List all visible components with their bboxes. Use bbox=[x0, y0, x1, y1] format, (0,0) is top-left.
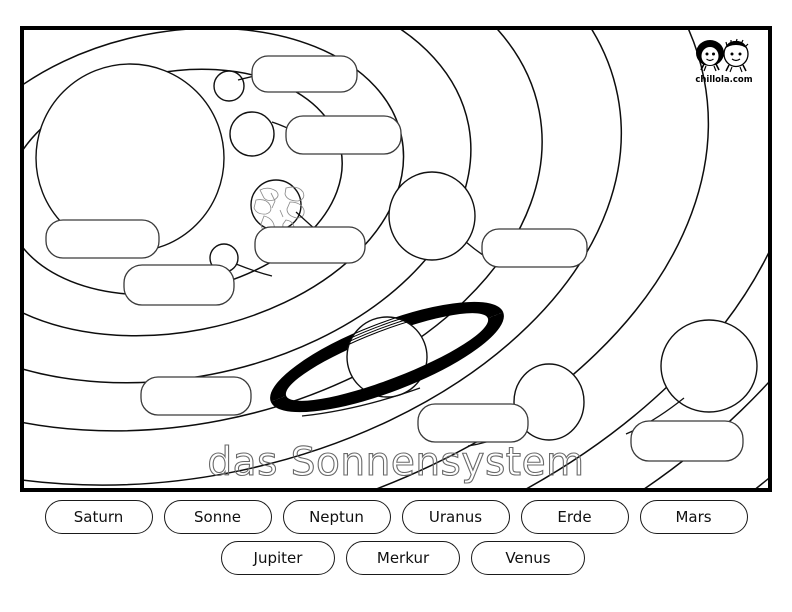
diagram-frame: .orb { fill:none; stroke:#0d0d0d; stroke… bbox=[20, 26, 772, 492]
label-box-2[interactable] bbox=[285, 115, 402, 155]
label-box-1[interactable] bbox=[251, 55, 358, 93]
label-box-4[interactable] bbox=[254, 226, 366, 264]
word-chip-label: Mars bbox=[675, 508, 712, 526]
word-chip-jupiter[interactable]: Jupiter bbox=[221, 541, 335, 575]
word-chip-label: Sonne bbox=[194, 508, 241, 526]
word-bank-row-1: Saturn Sonne Neptun Uranus Erde Mars bbox=[20, 500, 772, 534]
word-chip-label: Merkur bbox=[376, 549, 430, 567]
word-bank-row-2: Jupiter Merkur Venus bbox=[20, 541, 772, 575]
uranus bbox=[660, 319, 758, 413]
word-chip-erde[interactable]: Erde bbox=[520, 500, 629, 534]
mercury bbox=[213, 70, 245, 102]
solar-system-illustration: .orb { fill:none; stroke:#0d0d0d; stroke… bbox=[24, 30, 768, 488]
label-box-6[interactable] bbox=[481, 228, 588, 268]
word-chip-label: Saturn bbox=[73, 508, 124, 526]
word-chip-venus[interactable]: Venus bbox=[471, 541, 585, 575]
jupiter bbox=[388, 171, 476, 261]
word-chip-label: Venus bbox=[505, 549, 551, 567]
word-chip-label: Uranus bbox=[428, 508, 483, 526]
word-chip-neptun[interactable]: Neptun bbox=[282, 500, 391, 534]
label-box-8[interactable] bbox=[417, 403, 529, 443]
word-chip-saturn[interactable]: Saturn bbox=[44, 500, 153, 534]
venus bbox=[229, 111, 275, 157]
word-chip-label: Neptun bbox=[309, 508, 364, 526]
label-box-7[interactable] bbox=[140, 376, 252, 416]
label-box-5[interactable] bbox=[123, 264, 235, 306]
word-chip-merkur[interactable]: Merkur bbox=[346, 541, 460, 575]
label-box-3[interactable] bbox=[45, 219, 160, 259]
earth bbox=[250, 179, 305, 235]
solar-system-worksheet: .orb { fill:none; stroke:#0d0d0d; stroke… bbox=[0, 0, 792, 612]
word-chip-mars[interactable]: Mars bbox=[639, 500, 748, 534]
word-chip-uranus[interactable]: Uranus bbox=[401, 500, 510, 534]
word-chip-label: Erde bbox=[557, 508, 592, 526]
word-bank: Saturn Sonne Neptun Uranus Erde Mars Jup… bbox=[20, 500, 772, 582]
word-chip-sonne[interactable]: Sonne bbox=[163, 500, 272, 534]
page-title: das Sonnensystem bbox=[207, 440, 585, 485]
word-chip-label: Jupiter bbox=[253, 549, 303, 567]
